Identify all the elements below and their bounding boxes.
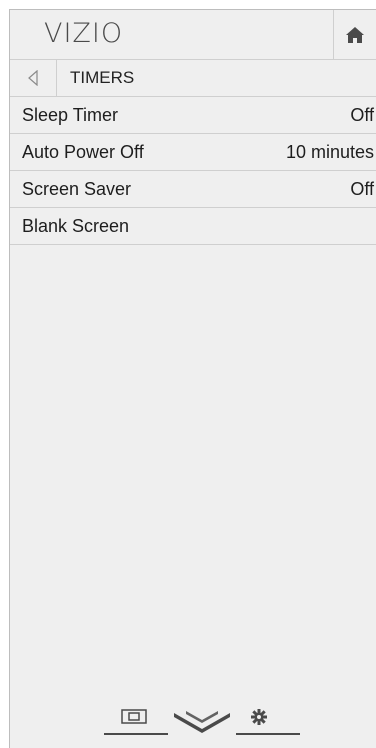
home-icon (346, 26, 364, 43)
input-icon (104, 709, 168, 735)
menu-item-value: Off (350, 105, 374, 125)
settings-panel: VIZIO TIMERS Sleep Timer Off Auto Power … (9, 9, 376, 748)
menu-item-label: Sleep Timer (22, 105, 119, 125)
menu-item-screen-saver[interactable]: Screen Saver Off (10, 171, 376, 208)
back-button[interactable] (10, 60, 57, 96)
menu-item-label: Blank Screen (22, 216, 130, 236)
vizio-logo: VIZIO (44, 18, 124, 49)
settings-button[interactable] (236, 705, 300, 735)
header-bar: VIZIO (10, 10, 376, 60)
vizio-v-icon (174, 711, 230, 733)
back-triangle-icon (28, 70, 38, 86)
page-title: TIMERS (70, 68, 135, 87)
vizio-v-button[interactable] (172, 705, 232, 735)
menu-item-auto-power-off[interactable]: Auto Power Off 10 minutes (10, 134, 376, 171)
menu-item-value: Off (350, 179, 374, 199)
input-button[interactable] (104, 705, 168, 735)
menu-item-sleep-timer[interactable]: Sleep Timer Off (10, 97, 376, 134)
breadcrumb-bar: TIMERS (10, 60, 376, 97)
footer-nav (10, 705, 376, 735)
menu-item-value: 10 minutes (285, 142, 374, 162)
menu-item-label: Screen Saver (22, 179, 132, 199)
timers-menu: Sleep Timer Off Auto Power Off 10 minute… (10, 97, 376, 245)
menu-item-blank-screen[interactable]: Blank Screen (10, 208, 376, 245)
home-button[interactable] (333, 10, 376, 59)
menu-item-label: Auto Power Off (22, 142, 144, 162)
settings-gear-icon (236, 709, 300, 735)
